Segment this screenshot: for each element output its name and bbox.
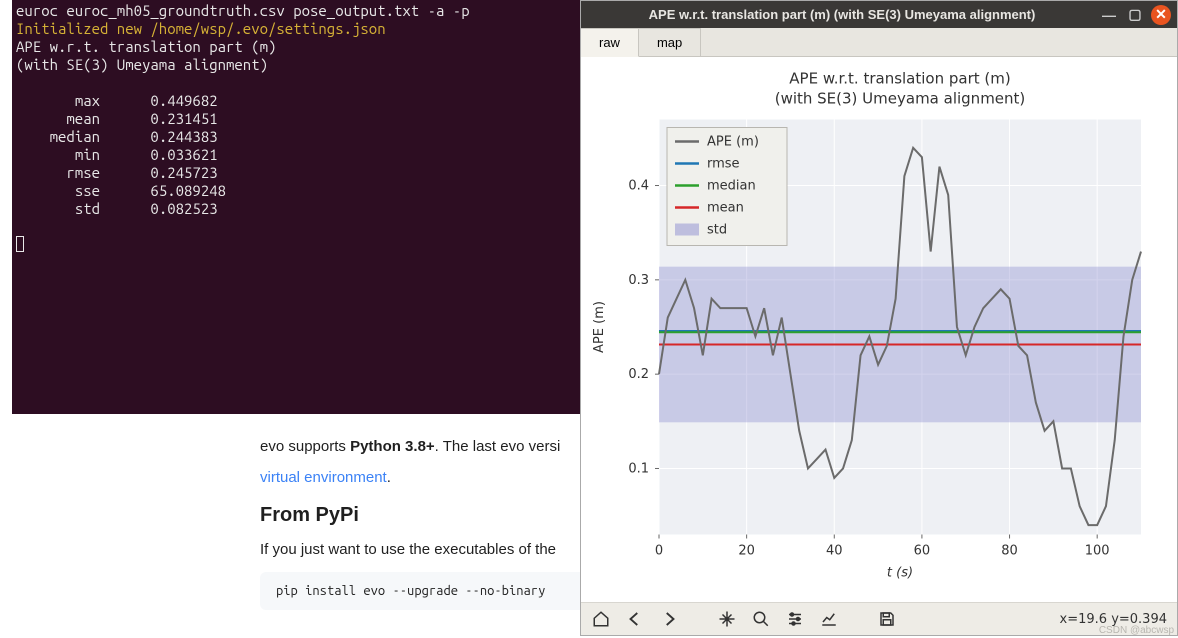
watermark: CSDN @abcwsp (1099, 625, 1174, 636)
stat-row-rmse: rmse 0.245723 (16, 164, 576, 182)
plot-window: APE w.r.t. translation part (m) (with SE… (580, 0, 1178, 636)
svg-text:std: std (707, 223, 727, 238)
plot-toolbar: x=19.6 y=0.394 (581, 602, 1177, 635)
svg-text:mean: mean (707, 201, 744, 216)
terminal-header1: APE w.r.t. translation part (m) (16, 38, 576, 56)
stat-row-max: max 0.449682 (16, 92, 576, 110)
stat-row-median: median 0.244383 (16, 128, 576, 146)
zoom-icon[interactable] (751, 609, 771, 629)
svg-text:rmse: rmse (707, 157, 740, 172)
svg-text:80: 80 (1001, 544, 1018, 559)
close-button[interactable]: ✕ (1151, 5, 1171, 25)
svg-text:0.3: 0.3 (628, 273, 649, 288)
svg-text:100: 100 (1085, 544, 1110, 559)
virtual-env-link[interactable]: virtual environment (260, 469, 387, 486)
plot-tabs: raw map (581, 28, 1177, 57)
terminal-init-msg: Initialized new /home/wsp/.evo/settings.… (16, 20, 576, 38)
line-chart-icon[interactable] (819, 609, 839, 629)
svg-text:t (s): t (s) (887, 566, 913, 581)
svg-text:60: 60 (914, 544, 931, 559)
plot-window-title: APE w.r.t. translation part (m) (with SE… (591, 7, 1093, 22)
stat-row-sse: sse 65.089248 (16, 182, 576, 200)
svg-text:APE (m): APE (m) (592, 301, 607, 353)
svg-text:(with SE(3) Umeyama alignment): (with SE(3) Umeyama alignment) (775, 90, 1026, 108)
svg-text:APE (m): APE (m) (707, 135, 759, 150)
stat-row-min: min 0.033621 (16, 146, 576, 164)
svg-text:40: 40 (826, 544, 843, 559)
svg-text:0.1: 0.1 (628, 462, 649, 477)
terminal-command: euroc euroc_mh05_groundtruth.csv pose_ou… (16, 2, 576, 20)
sliders-icon[interactable] (785, 609, 805, 629)
home-icon[interactable] (591, 609, 611, 629)
stat-row-std: std 0.082523 (16, 200, 576, 218)
terminal-window[interactable]: euroc euroc_mh05_groundtruth.csv pose_ou… (12, 0, 580, 414)
svg-text:20: 20 (738, 544, 755, 559)
maximize-button[interactable]: ▢ (1125, 5, 1145, 25)
svg-text:0: 0 (655, 544, 663, 559)
forward-arrow-icon[interactable] (659, 609, 679, 629)
chart-svg: 0 20 40 60 80 100 0.1 0.2 0.3 0.4 t (s) APE (m) APE … (581, 57, 1177, 602)
stat-row-label (16, 92, 75, 109)
svg-text:APE w.r.t. translation part (m: APE w.r.t. translation part (m) (789, 70, 1010, 88)
terminal-cursor (16, 236, 24, 252)
svg-text:median: median (707, 179, 756, 194)
stat-row-mean: mean 0.231451 (16, 110, 576, 128)
tab-map[interactable]: map (639, 28, 701, 56)
plot-titlebar[interactable]: APE w.r.t. translation part (m) (with SE… (581, 1, 1177, 28)
save-icon[interactable] (877, 609, 897, 629)
terminal-header2: (with SE(3) Umeyama alignment) (16, 56, 576, 74)
pan-icon[interactable] (717, 609, 737, 629)
minimize-button[interactable]: — (1099, 5, 1119, 25)
tab-raw[interactable]: raw (581, 28, 639, 57)
svg-text:0.4: 0.4 (628, 179, 649, 194)
svg-text:0.2: 0.2 (628, 367, 649, 382)
back-arrow-icon[interactable] (625, 609, 645, 629)
plot-canvas[interactable]: 0 20 40 60 80 100 0.1 0.2 0.3 0.4 t (s) APE (m) APE … (581, 57, 1177, 602)
